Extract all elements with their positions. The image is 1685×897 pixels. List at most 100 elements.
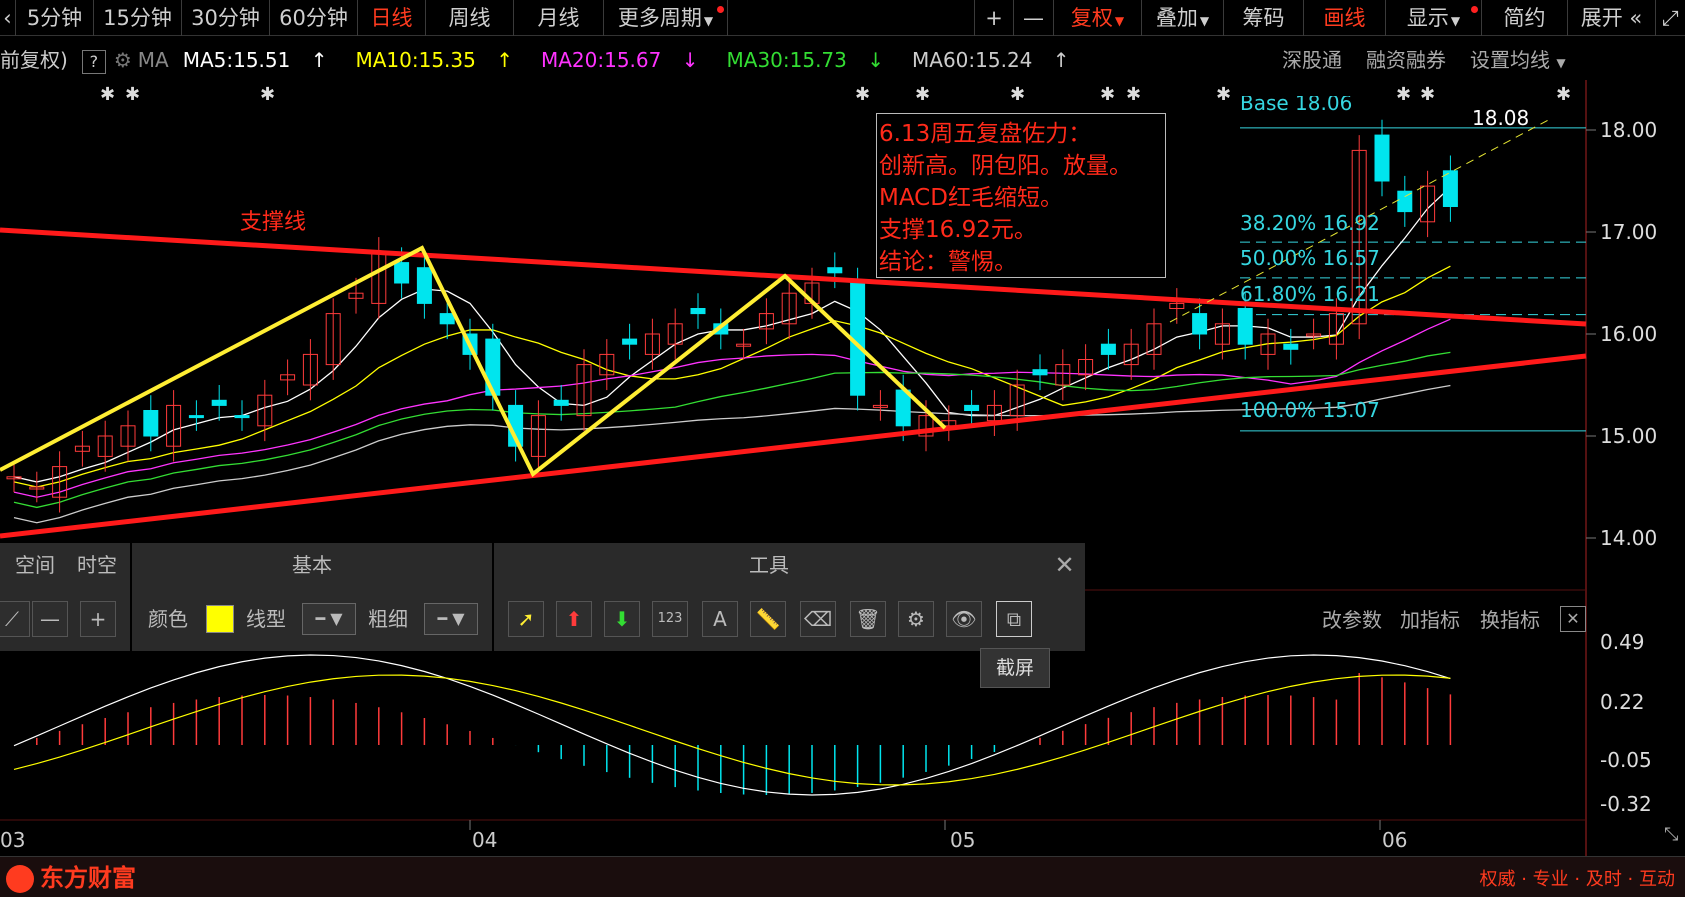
dropdown-arrow-icon: ▼ [703,14,714,28]
display-dropdown[interactable]: 显示 ▼ [1386,0,1482,36]
zoom-out-button[interactable]: — [1014,0,1054,36]
tool-tab-space[interactable]: 空间 [0,543,70,587]
period-daily[interactable]: 日线 [358,0,426,36]
zoom-in-button[interactable]: + [974,0,1014,36]
fullscreen-icon[interactable]: ⤢ [1656,0,1685,36]
ma5-text: MA5:15.51 [182,48,291,72]
candle-body [188,415,204,419]
period-5min[interactable]: 5分钟 [16,0,94,36]
dropdown-arrow-icon: ▼ [1556,56,1566,70]
adjust-dropdown[interactable]: 复权 ▼ [1054,0,1142,36]
link-sz-connect[interactable]: 深股通 [1282,42,1342,78]
ma-line [13,351,1451,509]
candle-body [1237,308,1253,345]
event-marker-icon: ✱ [1126,84,1141,105]
resize-icon[interactable]: ⤡ [1664,824,1678,845]
settings-gear-icon[interactable]: ⚙ [898,601,934,637]
candle-body [1374,134,1390,182]
support-line-label: 支撑线 [240,210,307,235]
footer-bar: 东方财富 权威 · 专业 · 及时 · 互动 [0,856,1685,897]
ma10-value: MA10:15.35 ↑ [355,48,527,72]
event-marker-icon: ✱ [1396,84,1411,105]
y-label-17: 17.00 [1600,220,1658,244]
candle-body [1283,343,1299,350]
expand-button[interactable]: 展开 « [1568,0,1656,36]
close-panel-icon[interactable]: ✕ [1044,543,1085,587]
fib-500-label: 50.00% 16.57 [1240,246,1380,270]
fib-382-label: 38.20% 16.92 [1240,211,1380,235]
macd-label-neg032: -0.32 [1600,792,1652,816]
ma-line [13,318,1451,498]
eye-icon[interactable]: 👁 [946,601,982,637]
candle-body [234,415,250,419]
overlay-label: 叠加 [1155,6,1198,30]
annotation-text-box[interactable]: 6.13周五复盘佐力： 创新高。阴包阳。放量。 MACD红毛缩短。 支撑16.9… [876,113,1166,278]
tool-section-basic: 基本 [292,553,332,577]
arrow-down-icon: ↓ [867,48,885,72]
up-arrow-marker-icon[interactable]: ⬆ [556,601,592,637]
linetype-select[interactable]: ━ ▼ [302,603,356,635]
period-15min[interactable]: 15分钟 [94,0,182,36]
chips-button[interactable]: 筹码 [1224,0,1304,36]
diagonal-line-icon[interactable]: ⟋ [0,601,30,637]
set-ma-text: 设置均线 [1470,48,1550,72]
candle-body [143,410,159,437]
cross-line-icon[interactable]: + [80,601,116,637]
period-60min[interactable]: 60分钟 [270,0,358,36]
candle-body [211,399,227,406]
ruler-icon[interactable]: 📏 [750,601,786,637]
screenshot-tooltip: 截屏 [980,648,1050,688]
period-monthly[interactable]: 月线 [514,0,604,36]
kline-chart[interactable]: ✱ ✱ ✱ ✱ ✱ ✱ ✱ ✱ ✱ ✱ ✱ ✱ [0,80,1685,856]
period-more-dropdown[interactable]: 更多周期 ▼ [604,0,728,36]
dea-line [13,674,1451,786]
period-weekly[interactable]: 周线 [426,0,514,36]
help-icon[interactable]: ? [81,49,106,74]
switch-indicator-button[interactable]: 换指标 [1480,604,1540,636]
macd-panel [13,654,1452,796]
draw-line-button[interactable]: 画线 [1304,0,1386,36]
tool-tab-timespace[interactable]: 时空 [66,543,128,587]
event-marker-icon: ✱ [1556,84,1571,105]
link-margin-trading[interactable]: 融资融券 [1366,42,1446,78]
thickness-select[interactable]: ━ ▼ [424,603,478,635]
candle-body [485,338,501,396]
chart-grid [0,80,1596,856]
color-swatch[interactable] [206,605,234,633]
close-indicator-icon[interactable]: ✕ [1560,606,1586,632]
adjust-label: 复权 [1070,6,1113,30]
annotation-line: 6.13周五复盘佐力： [879,121,1092,147]
macd-label-neg005: -0.05 [1600,748,1652,772]
horizontal-line-icon[interactable]: — [32,601,68,637]
expand-label: 展开 [1580,6,1623,30]
simple-button[interactable]: 简约 [1482,0,1568,36]
change-params-button[interactable]: 改参数 [1322,604,1382,636]
event-marker-icon: ✱ [1010,84,1025,105]
number-label-icon[interactable]: 123 [652,601,688,637]
y-label-16: 16.00 [1600,322,1658,346]
x-label-06: 06 [1382,828,1408,852]
candle-body [827,267,843,274]
add-indicator-button[interactable]: 加指标 [1400,604,1460,636]
overlay-dropdown[interactable]: 叠加 ▼ [1142,0,1224,36]
fib-618-label: 61.80% 16.21 [1240,282,1380,306]
event-marker-icon: ✱ [855,84,870,105]
dropdown-arrow-icon: ▼ [1114,14,1125,28]
cursor-arrow-icon[interactable]: ➚ [508,601,544,637]
event-marker-icon: ✱ [915,84,930,105]
scroll-left-icon[interactable]: ‹ [0,0,16,36]
link-set-ma[interactable]: 设置均线 ▼ [1470,42,1566,78]
brand-logo: 东方财富 [6,861,136,895]
trash-icon[interactable]: 🗑 [850,601,886,637]
down-arrow-marker-icon[interactable]: ⬇ [604,601,640,637]
y-label-15: 15.00 [1600,424,1658,448]
text-tool-icon[interactable]: A [702,601,738,637]
screenshot-icon[interactable]: ⧉ [996,601,1032,637]
settings-gear-icon[interactable]: ⚙ [114,48,132,72]
tool-section-tools: 工具 [749,553,789,577]
ma60-text: MA60:15.24 [912,48,1033,72]
period-toolbar: ‹ 5分钟 15分钟 30分钟 60分钟 日线 周线 月线 更多周期 ▼ + — … [0,0,1685,36]
eraser-icon[interactable]: ⌫ [800,601,836,637]
period-30min[interactable]: 30分钟 [182,0,270,36]
logo-icon [6,865,34,893]
